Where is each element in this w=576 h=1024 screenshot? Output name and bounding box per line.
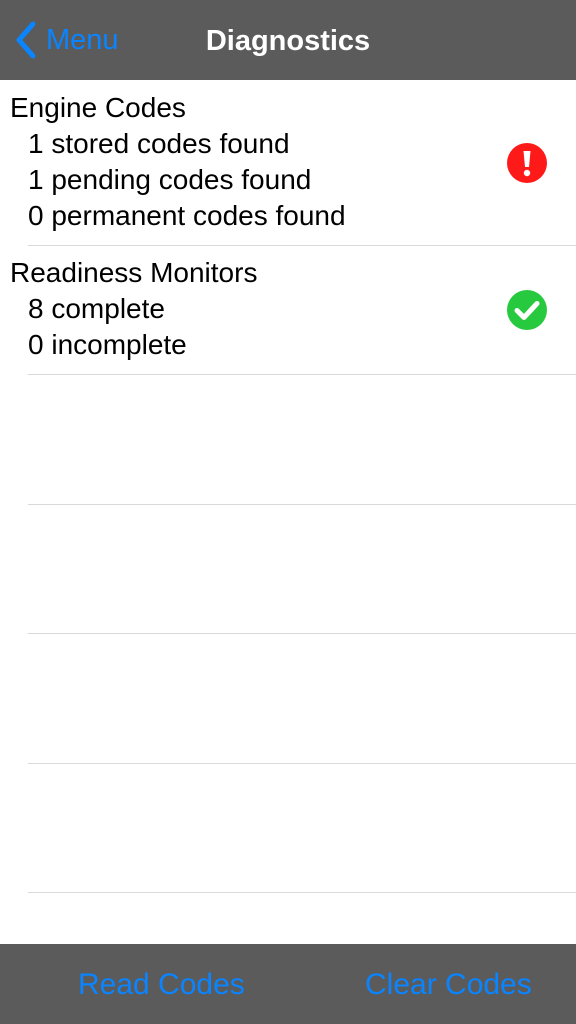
diagnostics-screen: Menu Diagnostics Engine Codes 1 stored c… — [0, 0, 576, 1024]
readiness-monitors-title: Readiness Monitors — [10, 257, 258, 288]
bottom-toolbar: Read Codes Clear Codes — [0, 944, 576, 1024]
page-title: Diagnostics — [205, 25, 371, 57]
permanent-codes-text: 0 permanent codes found — [28, 200, 346, 231]
complete-monitors-text: 8 complete — [28, 293, 165, 324]
diagnostics-table: Engine Codes 1 stored codes found 1 pend… — [0, 80, 576, 944]
checkmark-circle-icon — [507, 290, 547, 330]
clear-codes-button[interactable]: Clear Codes — [365, 966, 532, 1004]
incomplete-monitors-text: 0 incomplete — [28, 329, 187, 360]
navigation-bar: Menu Diagnostics — [0, 0, 576, 80]
stored-codes-text: 1 stored codes found — [28, 128, 290, 159]
readiness-monitors-cell[interactable]: Readiness Monitors 8 complete 0 incomple… — [0, 246, 576, 374]
row-separator — [28, 763, 576, 764]
row-separator — [28, 633, 576, 634]
exclamation-circle-icon — [507, 143, 547, 183]
row-separator — [28, 504, 576, 505]
engine-codes-title: Engine Codes — [10, 92, 186, 123]
row-separator — [28, 892, 576, 893]
read-codes-button[interactable]: Read Codes — [78, 966, 245, 1004]
row-separator — [28, 374, 576, 375]
engine-codes-cell[interactable]: Engine Codes 1 stored codes found 1 pend… — [0, 80, 576, 245]
pending-codes-text: 1 pending codes found — [28, 164, 312, 195]
